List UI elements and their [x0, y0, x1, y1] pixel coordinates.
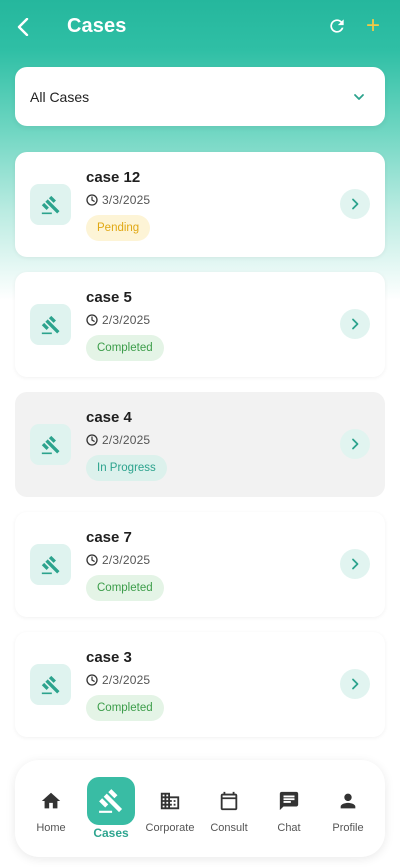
home-icon [41, 792, 61, 809]
clock-icon [86, 554, 98, 566]
chat-icon [279, 791, 299, 811]
case-icon-box [30, 664, 71, 705]
person-icon [340, 793, 356, 809]
case-date: 2/3/2025 [102, 673, 151, 687]
status-badge: Pending [86, 215, 151, 241]
case-date-row: 3/3/2025 [86, 193, 150, 207]
case-icon-box [30, 184, 71, 225]
chevron-down-icon [354, 93, 364, 100]
nav-label: Cases [93, 826, 129, 840]
case-card[interactable]: case 4 2/3/2025 In Progress [15, 392, 385, 497]
case-name: case 5 [86, 289, 132, 306]
chevron-right-icon [352, 438, 359, 450]
status-badge: In Progress [86, 455, 167, 481]
bottom-navigation: Home Cases Corporate Consult Chat Profil… [15, 760, 385, 857]
filter-selected-value: All Cases [30, 88, 90, 105]
case-icon-box [30, 424, 71, 465]
case-card[interactable]: case 5 2/3/2025 Completed [15, 272, 385, 377]
case-date: 3/3/2025 [102, 193, 151, 207]
nav-label: Corporate [145, 822, 195, 834]
clock-icon [86, 314, 98, 326]
case-date-row: 2/3/2025 [86, 673, 150, 687]
refresh-button[interactable] [326, 15, 348, 37]
nav-label: Home [36, 822, 66, 834]
case-date-row: 2/3/2025 [86, 313, 150, 327]
nav-item-chat[interactable]: Chat [259, 760, 319, 857]
nav-active-indicator [87, 777, 135, 825]
calendar-icon [220, 791, 238, 811]
building-icon [160, 792, 180, 810]
case-date: 2/3/2025 [102, 553, 151, 567]
back-arrow-icon [17, 18, 29, 36]
gavel-icon [99, 789, 123, 813]
page-title: Cases [67, 15, 127, 37]
nav-item-cases[interactable]: Cases [81, 760, 141, 857]
open-case-button[interactable] [340, 189, 370, 219]
add-case-button[interactable]: + [362, 14, 384, 38]
case-name: case 12 [86, 169, 141, 186]
status-badge: Completed [86, 575, 164, 601]
case-name: case 3 [86, 649, 132, 666]
case-icon-box [30, 304, 71, 345]
clock-icon [86, 674, 98, 686]
clock-icon [86, 434, 98, 446]
nav-label: Profile [332, 822, 364, 834]
gavel-icon [41, 435, 60, 454]
open-case-button[interactable] [340, 309, 370, 339]
chevron-right-icon [352, 558, 359, 570]
nav-item-home[interactable]: Home [21, 760, 81, 857]
app-header: Cases + [0, 0, 400, 54]
case-card[interactable]: case 12 3/3/2025 Pending [15, 152, 385, 257]
nav-label: Consult [210, 822, 248, 834]
case-name: case 7 [86, 529, 132, 546]
case-date: 2/3/2025 [102, 433, 151, 447]
status-badge: Completed [86, 335, 164, 361]
clock-icon [86, 194, 98, 206]
chevron-right-icon [352, 198, 359, 210]
status-badge: Completed [86, 695, 164, 721]
gavel-icon [41, 555, 60, 574]
chevron-right-icon [352, 678, 359, 690]
open-case-button[interactable] [340, 669, 370, 699]
nav-label: Chat [277, 822, 301, 834]
gavel-icon [41, 315, 60, 334]
open-case-button[interactable] [340, 549, 370, 579]
back-button[interactable] [12, 14, 34, 40]
case-date-row: 2/3/2025 [86, 433, 150, 447]
gavel-icon [41, 675, 60, 694]
case-filter-dropdown[interactable]: All Cases [15, 67, 385, 126]
open-case-button[interactable] [340, 429, 370, 459]
nav-item-consult[interactable]: Consult [199, 760, 259, 857]
chevron-right-icon [352, 318, 359, 330]
refresh-icon [330, 19, 344, 33]
case-card[interactable]: case 7 2/3/2025 Completed [15, 512, 385, 617]
case-card[interactable]: case 3 2/3/2025 Completed [15, 632, 385, 737]
nav-item-corporate[interactable]: Corporate [140, 760, 200, 857]
case-date-row: 2/3/2025 [86, 553, 150, 567]
case-date: 2/3/2025 [102, 313, 151, 327]
nav-item-profile[interactable]: Profile [318, 760, 378, 857]
gavel-icon [41, 195, 60, 214]
case-icon-box [30, 544, 71, 585]
case-name: case 4 [86, 409, 132, 426]
